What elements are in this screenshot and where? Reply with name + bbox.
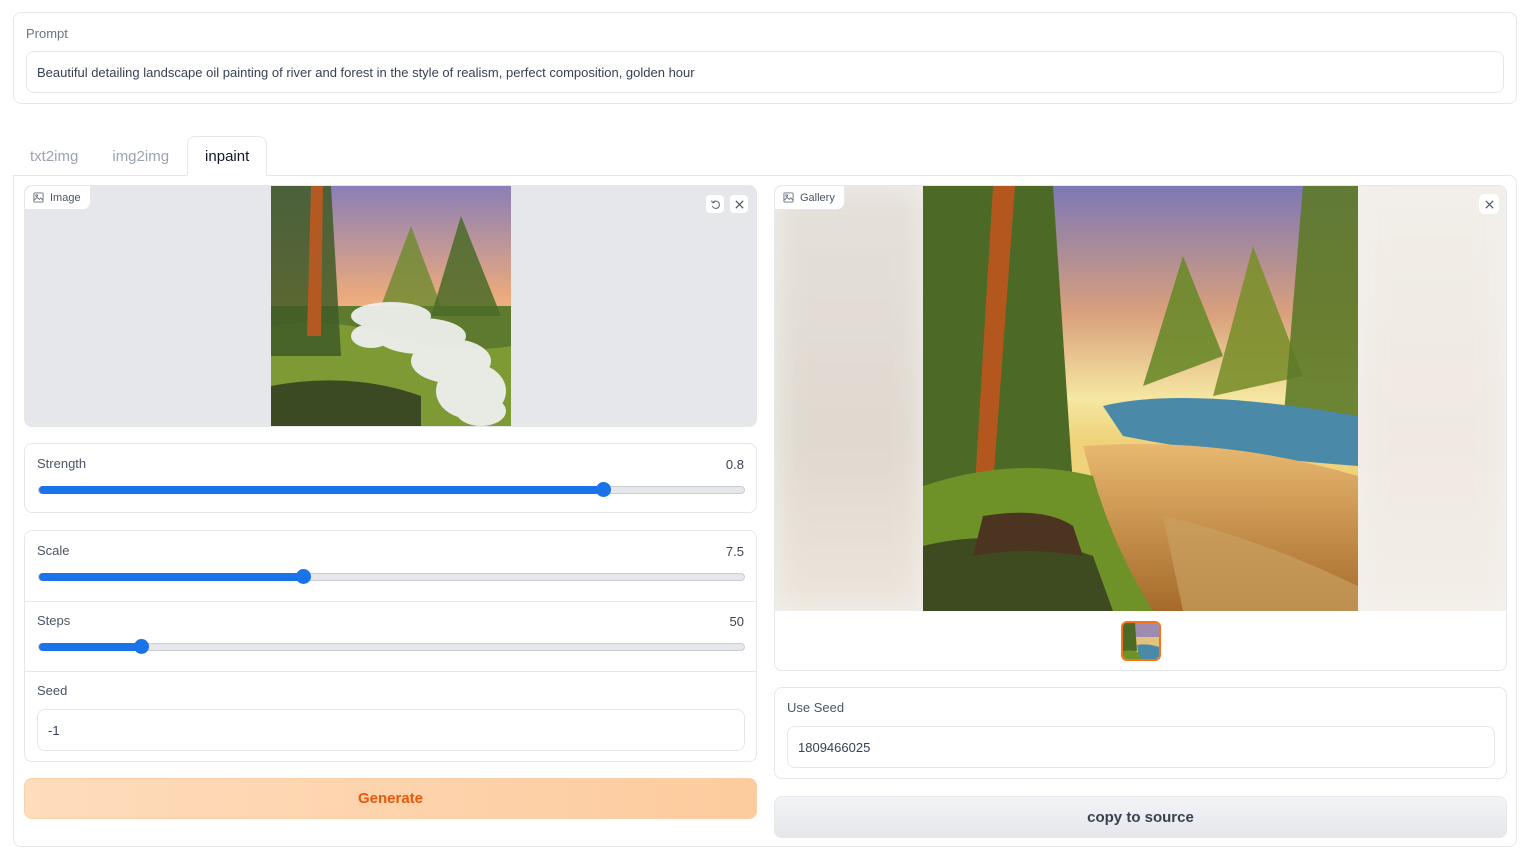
inpaint-panel: Image Strength 0.8 Scale 7.5 Steps 50 Se… xyxy=(13,175,1517,847)
generate-button[interactable]: Generate xyxy=(24,778,757,819)
scale-label: Scale xyxy=(37,543,70,558)
divider xyxy=(25,671,756,672)
scale-slider-fill xyxy=(39,573,304,581)
clear-image-button[interactable] xyxy=(729,194,749,214)
close-icon xyxy=(734,199,744,209)
steps-slider[interactable] xyxy=(38,639,745,654)
gallery-thumbnail[interactable] xyxy=(1121,621,1161,661)
gallery-preview[interactable] xyxy=(775,186,1506,611)
strength-label: Strength xyxy=(37,456,87,471)
steps-value[interactable]: 50 xyxy=(730,614,744,629)
scale-slider-thumb[interactable] xyxy=(296,569,312,584)
gallery-blur-left xyxy=(775,186,925,611)
tab-img2img[interactable]: img2img xyxy=(95,136,186,176)
gallery-badge: Gallery xyxy=(775,186,845,210)
image-icon xyxy=(33,192,44,203)
close-icon xyxy=(1484,199,1494,209)
inpaint-source-image[interactable] xyxy=(271,186,511,426)
params-block: Scale 7.5 Steps 50 Seed -1 xyxy=(24,530,757,762)
scale-value[interactable]: 7.5 xyxy=(726,544,744,559)
image-input[interactable]: Image xyxy=(24,185,757,427)
gallery-main-image[interactable] xyxy=(923,186,1358,611)
clear-gallery-button[interactable] xyxy=(1479,194,1499,214)
gallery-badge-label: Gallery xyxy=(800,191,835,204)
scale-slider[interactable] xyxy=(38,569,745,584)
gallery-blur-right xyxy=(1357,186,1506,611)
image-icon xyxy=(783,192,794,203)
seed-label: Seed xyxy=(37,683,68,698)
strength-value[interactable]: 0.8 xyxy=(726,457,744,472)
tab-txt2img[interactable]: txt2img xyxy=(13,136,95,176)
steps-slider-thumb[interactable] xyxy=(134,639,150,654)
strength-slider[interactable] xyxy=(38,482,745,497)
prompt-block: Prompt Beautiful detailing landscape oil… xyxy=(13,12,1517,104)
steps-label: Steps xyxy=(37,613,71,628)
strength-slider-fill xyxy=(39,486,603,494)
tab-inpaint[interactable]: inpaint xyxy=(187,136,268,176)
gallery: Gallery xyxy=(774,185,1507,671)
image-badge: Image xyxy=(25,186,91,210)
tab-bar: txt2img img2img inpaint xyxy=(13,136,268,176)
prompt-label: Prompt xyxy=(26,26,68,41)
use-seed-block: Use Seed 1809466025 xyxy=(774,687,1507,779)
copy-to-source-button[interactable]: copy to source xyxy=(774,796,1507,838)
prompt-input[interactable]: Beautiful detailing landscape oil painti… xyxy=(26,51,1504,93)
use-seed-input[interactable]: 1809466025 xyxy=(787,726,1495,768)
steps-slider-fill xyxy=(39,643,142,651)
strength-slider-block: Strength 0.8 xyxy=(24,443,757,513)
use-seed-label: Use Seed xyxy=(787,700,845,715)
undo-icon xyxy=(710,199,720,209)
image-badge-label: Image xyxy=(50,191,81,204)
undo-button[interactable] xyxy=(705,194,725,214)
strength-slider-thumb[interactable] xyxy=(596,482,611,497)
seed-input[interactable]: -1 xyxy=(37,709,745,751)
divider xyxy=(25,601,756,602)
